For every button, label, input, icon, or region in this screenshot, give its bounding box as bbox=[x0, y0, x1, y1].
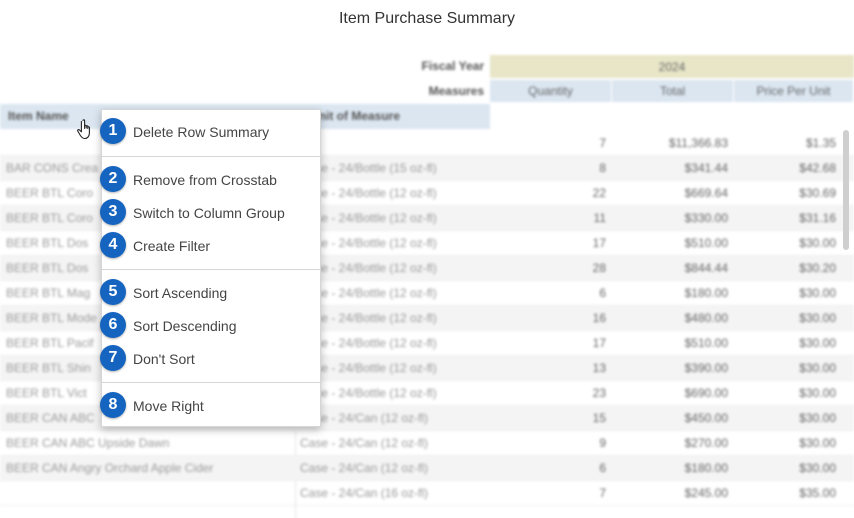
price-per-unit-cell: $30.20 bbox=[799, 261, 836, 275]
menu-item-create-filter[interactable]: Create Filter bbox=[102, 231, 320, 261]
callout-badge-3: 3 bbox=[100, 199, 126, 225]
total-cell: $270.00 bbox=[684, 436, 728, 450]
callout-badge-4: 4 bbox=[100, 232, 126, 258]
measure-price-per-unit-header[interactable]: Price Per Unit bbox=[734, 80, 854, 102]
price-per-unit-cell: $30.00 bbox=[799, 386, 836, 400]
item-name-cell: BEER CAN ABC Upside Dawn bbox=[6, 436, 170, 450]
menu-item-label: Sort Ascending bbox=[133, 285, 228, 301]
measures-header: Quantity Total Price Per Unit bbox=[490, 80, 854, 102]
quantity-cell: 28 bbox=[592, 261, 606, 275]
table-row: BEER CAN ABC Upside Dawn Case - 24/Can (1… bbox=[0, 431, 854, 456]
price-per-unit-cell: $30.00 bbox=[799, 436, 836, 450]
quantity-cell: 6 bbox=[599, 461, 606, 475]
total-cell: $11,366.83 bbox=[668, 136, 728, 150]
price-per-unit-cell: $35.00 bbox=[799, 486, 836, 500]
callout-badge-2: 2 bbox=[100, 166, 126, 192]
total-cell: $669.64 bbox=[684, 186, 728, 200]
menu-separator bbox=[102, 156, 320, 157]
measures-label: Measures bbox=[428, 84, 484, 98]
menu-item-switch-to-column-group[interactable]: Switch to Column Group bbox=[102, 198, 320, 228]
quantity-cell: 15 bbox=[592, 411, 606, 425]
price-per-unit-cell: $30.69 bbox=[799, 186, 836, 200]
price-per-unit-cell: $30.00 bbox=[799, 361, 836, 375]
total-cell: $510.00 bbox=[684, 236, 728, 250]
total-cell: $510.00 bbox=[684, 336, 728, 350]
quantity-cell: 7 bbox=[599, 136, 606, 150]
price-per-unit-cell: $30.00 bbox=[799, 411, 836, 425]
price-per-unit-cell: $30.00 bbox=[799, 336, 836, 350]
menu-item-label: Switch to Column Group bbox=[133, 205, 285, 221]
total-cell: $844.44 bbox=[684, 261, 728, 275]
callout-badge-7: 7 bbox=[100, 345, 126, 371]
context-menu: Delete Row Summary Remove from Crosstab … bbox=[101, 109, 321, 427]
fiscal-year-header[interactable]: 2024 bbox=[490, 55, 854, 78]
quantity-cell: 17 bbox=[592, 336, 606, 350]
menu-item-label: Sort Descending bbox=[133, 318, 237, 334]
price-per-unit-cell: $31.16 bbox=[799, 211, 836, 225]
menu-separator bbox=[102, 382, 320, 383]
price-per-unit-cell: $30.00 bbox=[799, 236, 836, 250]
quantity-cell: 23 bbox=[592, 386, 606, 400]
quantity-cell: 8 bbox=[599, 161, 606, 175]
menu-item-delete-row-summary[interactable]: Delete Row Summary bbox=[102, 117, 320, 147]
menu-item-label: Delete Row Summary bbox=[133, 124, 270, 140]
unit-of-measure-cell: Case - 24/Can (12 oz-fl) bbox=[300, 436, 429, 450]
menu-item-sort-ascending[interactable]: Sort Ascending bbox=[102, 278, 320, 308]
callout-badge-1: 1 bbox=[100, 118, 126, 144]
callout-badge-6: 6 bbox=[100, 312, 126, 338]
vertical-scrollbar[interactable] bbox=[843, 130, 849, 250]
quantity-cell: 17 bbox=[592, 236, 606, 250]
measure-quantity-header[interactable]: Quantity bbox=[490, 80, 612, 102]
hand-pointer-icon bbox=[77, 119, 90, 140]
fiscal-year-label: Fiscal Year bbox=[421, 59, 485, 73]
quantity-cell: 22 bbox=[592, 186, 606, 200]
page-title: Item Purchase Summary bbox=[338, 10, 516, 27]
unit-of-measure-header[interactable]: Unit of Measure bbox=[310, 109, 400, 123]
price-per-unit-cell: $30.00 bbox=[799, 461, 836, 475]
table-row: BEER CAN Angry Orchard Apple Cider Case -… bbox=[0, 456, 854, 481]
unit-of-measure-cell: Case - 24/Can (12 oz-fl) bbox=[300, 461, 429, 475]
price-per-unit-cell: $30.00 bbox=[799, 286, 836, 300]
total-cell: $390.00 bbox=[684, 361, 728, 375]
item-name-header[interactable]: Item Name bbox=[8, 109, 69, 123]
price-per-unit-cell: $1.35 bbox=[805, 136, 836, 150]
menu-item-remove-from-crosstab[interactable]: Remove from Crosstab bbox=[102, 165, 320, 195]
total-cell: $180.00 bbox=[684, 286, 728, 300]
menu-item-label: Create Filter bbox=[133, 238, 211, 254]
menu-item-move-right[interactable]: Move Right bbox=[102, 391, 320, 421]
total-cell: $180.00 bbox=[684, 461, 728, 475]
menu-item-dont-sort[interactable]: Don't Sort bbox=[102, 344, 320, 374]
total-cell: $450.00 bbox=[684, 411, 728, 425]
quantity-cell: 16 bbox=[592, 311, 606, 325]
quantity-cell: 13 bbox=[592, 361, 606, 375]
callout-badge-5: 5 bbox=[100, 279, 126, 305]
total-cell: $341.44 bbox=[684, 161, 728, 175]
quantity-cell: 6 bbox=[599, 286, 606, 300]
measure-total-header[interactable]: Total bbox=[612, 80, 734, 102]
menu-item-label: Move Right bbox=[133, 398, 204, 414]
total-cell: $480.00 bbox=[684, 311, 728, 325]
total-cell: $330.00 bbox=[684, 211, 728, 225]
item-name-cell: BEER CAN Angry Orchard Apple Cider bbox=[6, 461, 214, 475]
total-cell: $245.00 bbox=[684, 486, 728, 500]
total-cell: $690.00 bbox=[684, 386, 728, 400]
callout-badge-8: 8 bbox=[100, 392, 126, 418]
quantity-cell: 9 bbox=[599, 436, 606, 450]
price-per-unit-cell: $30.00 bbox=[799, 311, 836, 325]
quantity-cell: 7 bbox=[599, 486, 606, 500]
unit-of-measure-cell: Case - 24/Can (16 oz-fl) bbox=[300, 486, 429, 500]
menu-item-label: Remove from Crosstab bbox=[133, 172, 277, 188]
menu-item-label: Don't Sort bbox=[133, 351, 195, 367]
price-per-unit-cell: $42.68 bbox=[799, 161, 836, 175]
menu-separator bbox=[102, 269, 320, 270]
quantity-cell: 11 bbox=[593, 211, 606, 225]
menu-item-sort-descending[interactable]: Sort Descending bbox=[102, 311, 320, 341]
table-row: Case - 24/Can (16 oz-fl) 7 $245.00 $35.00 bbox=[0, 481, 854, 506]
